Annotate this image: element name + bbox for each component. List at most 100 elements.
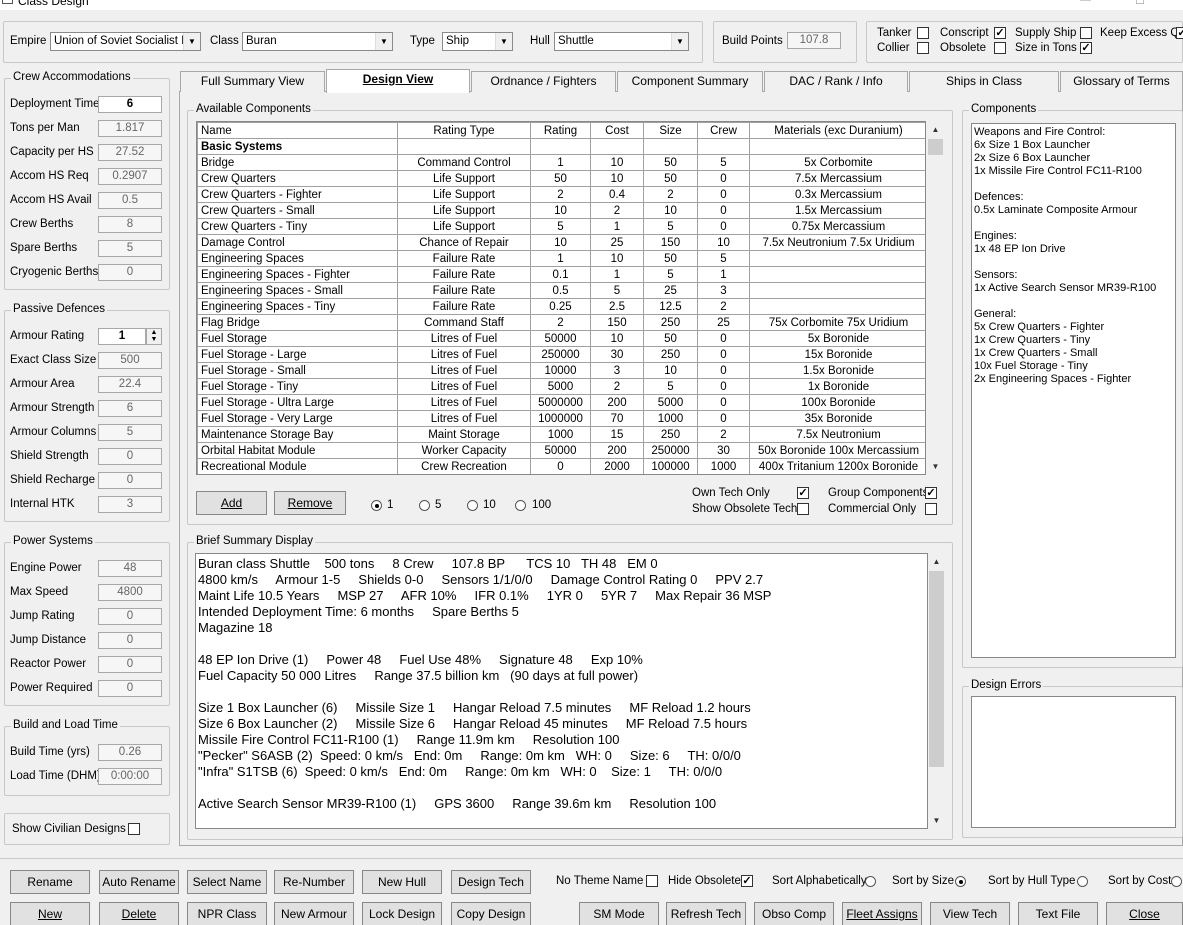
delete-button[interactable]: Delete <box>99 902 179 925</box>
refresh-tech-button[interactable]: Refresh Tech <box>666 902 746 925</box>
col-materials-header[interactable]: Materials (exc Duranium) <box>749 122 925 139</box>
col-rating-type-header[interactable]: Rating Type <box>397 122 531 139</box>
sort-size-radio[interactable] <box>955 876 966 887</box>
col-name-header[interactable]: Name <box>197 122 398 139</box>
col-size-header[interactable]: Size <box>643 122 698 139</box>
text-file-button[interactable]: Text File <box>1018 902 1098 925</box>
show-obsolete-tech-checkbox[interactable] <box>797 503 809 515</box>
lock-design-button[interactable]: Lock Design <box>362 902 442 925</box>
show-civilian-checkbox[interactable] <box>128 823 140 835</box>
copy-design-button[interactable]: Copy Design <box>451 902 531 925</box>
spin-up-icon[interactable]: ▲ <box>147 329 161 336</box>
col-crew-header[interactable]: Crew <box>697 122 750 139</box>
table-row[interactable]: Orbital Habitat Module Worker Capacity 500… <box>197 442 925 459</box>
group-components-checkbox[interactable]: ✓ <box>925 487 937 499</box>
empire-select[interactable]: Union of Soviet Socialist Re ▼ <box>50 32 201 51</box>
class-select[interactable]: Buran ▼ <box>242 32 393 51</box>
table-row[interactable]: Fuel Storage - Very Large Litres of Fuel 1… <box>197 410 925 427</box>
scroll-thumb[interactable] <box>929 571 944 767</box>
hull-select[interactable]: Shuttle ▼ <box>554 32 689 51</box>
scroll-up-icon[interactable]: ▲ <box>928 553 945 570</box>
tanker-checkbox[interactable] <box>917 27 929 39</box>
own-tech-checkbox[interactable]: ✓ <box>797 487 809 499</box>
brief-summary-text[interactable]: Buran class Shuttle 500 tons 8 Crew 107.… <box>195 553 928 829</box>
scroll-thumb[interactable] <box>928 139 943 155</box>
table-row[interactable]: Bridge Command Control 1 10 50 5 5x Corbomite <box>197 154 925 171</box>
tab-ships-in-class[interactable]: Ships in Class <box>909 71 1059 92</box>
table-row[interactable]: Engineering Spaces - Fighter Failure Rate… <box>197 266 925 283</box>
tab-design-view[interactable]: Design View <box>326 69 470 93</box>
obsolete-checkbox[interactable] <box>994 42 1006 54</box>
table-row[interactable]: Fuel Storage - Small Litres of Fuel 10000 3… <box>197 362 925 379</box>
scroll-down-icon[interactable]: ▼ <box>927 458 944 475</box>
sort-cost-radio[interactable] <box>1171 876 1182 887</box>
renumber-button[interactable]: Re-Number <box>274 870 354 894</box>
tab-glossary[interactable]: Glossary of Terms <box>1060 71 1183 92</box>
components-grid[interactable]: Name Rating Type Rating Cost Size Crew M… <box>196 121 926 475</box>
auto-rename-button[interactable]: Auto Rename <box>99 870 179 894</box>
supply-ship-checkbox[interactable]: ✓ <box>994 27 1006 39</box>
new-armour-button[interactable]: New Armour <box>274 902 354 925</box>
table-row[interactable]: Damage Control Chance of Repair 10 25 150 10 7… <box>197 234 925 251</box>
qty-1-radio[interactable] <box>371 500 382 511</box>
scroll-down-icon[interactable]: ▼ <box>928 812 945 829</box>
new-hull-button[interactable]: New Hull <box>362 870 442 894</box>
close-button[interactable]: Close <box>1106 902 1183 925</box>
tab-ordnance-fighters[interactable]: Ordnance / Fighters <box>471 71 616 92</box>
table-row[interactable]: Recreational Module Crew Recreation 0 2000 1… <box>197 458 925 474</box>
size-in-tons-checkbox[interactable]: ✓ <box>1080 42 1092 54</box>
hide-obsolete-checkbox[interactable]: ✓ <box>741 875 753 887</box>
col-cost-header[interactable]: Cost <box>590 122 644 139</box>
design-errors-text[interactable] <box>971 696 1176 828</box>
col-rating-header[interactable]: Rating <box>530 122 591 139</box>
select-name-button[interactable]: Select Name <box>187 870 267 894</box>
no-theme-checkbox[interactable] <box>646 875 658 887</box>
table-row[interactable]: Fuel Storage - Large Litres of Fuel 250000… <box>197 346 925 363</box>
armour-rating-spinner[interactable]: ▲ ▼ <box>146 328 162 345</box>
commercial-only-checkbox[interactable] <box>925 503 937 515</box>
armour-rating-input[interactable]: 1 <box>98 328 146 345</box>
table-row[interactable]: Maintenance Storage Bay Maint Storage 1000… <box>197 426 925 443</box>
keep-excess-checkbox[interactable] <box>1080 27 1092 39</box>
table-row[interactable]: Engineering Spaces Failure Rate 1 10 50 5 <box>197 250 925 267</box>
minimize-button[interactable]: — <box>1080 0 1091 6</box>
maximize-button[interactable]: ☐ <box>1135 0 1145 7</box>
scroll-up-icon[interactable]: ▲ <box>927 121 944 138</box>
remove-button[interactable]: Remove <box>274 491 346 515</box>
view-tech-button[interactable]: View Tech <box>930 902 1010 925</box>
grid-scrollbar[interactable]: ▲ ▼ <box>927 121 944 475</box>
new-button[interactable]: New <box>10 902 90 925</box>
obso-comp-button[interactable]: Obso Comp <box>754 902 834 925</box>
spin-down-icon[interactable]: ▼ <box>147 336 161 343</box>
npr-class-button[interactable]: NPR Class <box>187 902 267 925</box>
fleet-assigns-button[interactable]: Fleet Assigns <box>842 902 922 925</box>
sort-hull-type-radio[interactable] <box>1077 876 1088 887</box>
sm-mode-button[interactable]: SM Mode <box>579 902 659 925</box>
extra-checkbox[interactable]: ✓ <box>1176 27 1183 39</box>
table-row[interactable]: Crew Quarters - Tiny Life Support 5 1 5 0 0.75… <box>197 218 925 235</box>
table-row[interactable]: Crew Quarters - Small Life Support 10 2 10 0 1… <box>197 202 925 219</box>
qty-5-radio[interactable] <box>419 500 430 511</box>
tab-component-summary[interactable]: Component Summary <box>617 71 763 92</box>
deployment-time-input[interactable]: 6 <box>98 96 162 113</box>
table-row[interactable]: Fuel Storage - Ultra Large Litres of Fuel… <box>197 394 925 411</box>
components-list-text[interactable]: Weapons and Fire Control: 6x Size 1 Box … <box>971 123 1176 658</box>
rename-button[interactable]: Rename <box>10 870 90 894</box>
qty-10-radio[interactable] <box>467 500 478 511</box>
tab-dac-rank-info[interactable]: DAC / Rank / Info <box>764 71 908 92</box>
table-row[interactable]: Fuel Storage - Tiny Litres of Fuel 5000 2 5 0… <box>197 378 925 395</box>
table-row[interactable]: Fuel Storage Litres of Fuel 50000 10 50 0 5x B… <box>197 330 925 347</box>
sort-alpha-radio[interactable] <box>865 876 876 887</box>
add-button[interactable]: Add <box>196 491 267 515</box>
table-row[interactable]: Crew Quarters - Fighter Life Support 2 0.4 2… <box>197 186 925 203</box>
table-row[interactable]: Flag Bridge Command Staff 2 150 250 25 75x Cor… <box>197 314 925 331</box>
table-row[interactable]: Engineering Spaces - Small Failure Rate 0.… <box>197 282 925 299</box>
design-tech-button[interactable]: Design Tech <box>451 870 531 894</box>
qty-100-radio[interactable] <box>515 500 526 511</box>
type-select[interactable]: Ship ▼ <box>442 32 513 51</box>
collier-checkbox[interactable] <box>917 42 929 54</box>
tab-full-summary[interactable]: Full Summary View <box>180 71 325 92</box>
summary-scrollbar[interactable]: ▲ ▼ <box>928 553 945 829</box>
table-row[interactable]: Crew Quarters Life Support 50 10 50 0 7.5x Mer… <box>197 170 925 187</box>
table-row[interactable]: Engineering Spaces - Tiny Failure Rate 0.2… <box>197 298 925 315</box>
